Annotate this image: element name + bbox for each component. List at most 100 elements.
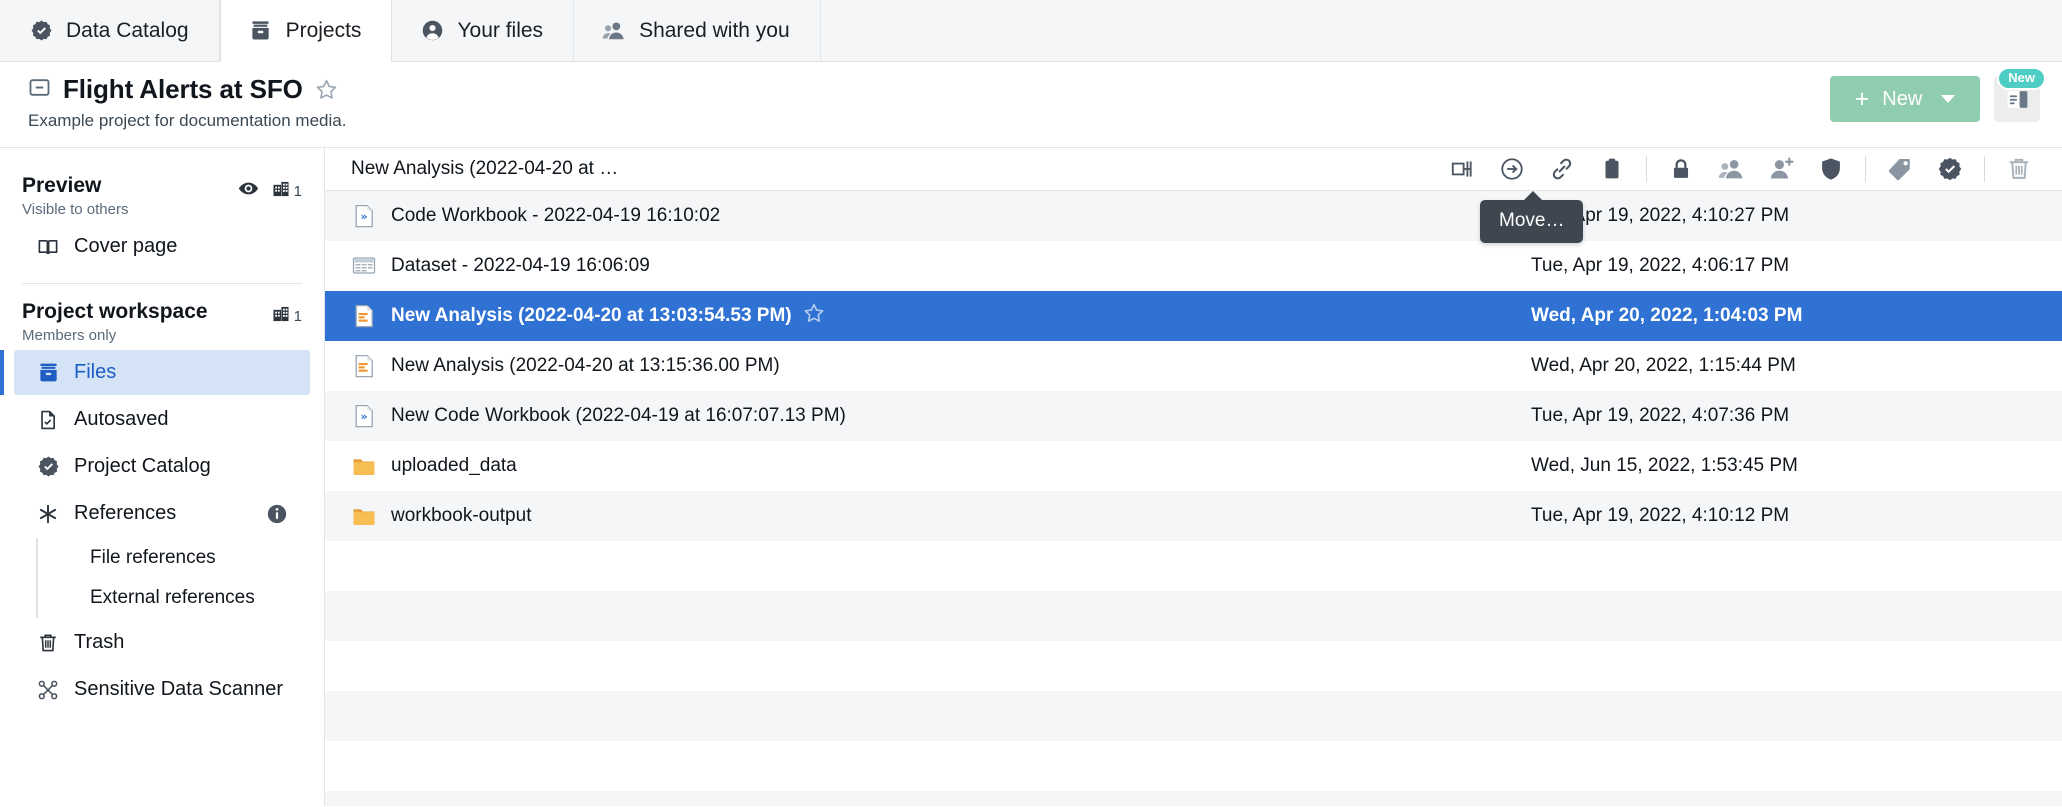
tab-shared-with-you[interactable]: Shared with you (574, 0, 821, 61)
analysis-icon (351, 354, 377, 378)
code-workbook-icon: » (351, 204, 377, 228)
toolbar-separator (1646, 156, 1647, 182)
preview-count: 1 (293, 182, 302, 200)
preview-meta: 1 (238, 174, 302, 204)
new-button[interactable]: + New (1830, 76, 1980, 122)
users-icon (602, 19, 626, 43)
sidebar-item-external-references[interactable]: External references (36, 578, 324, 618)
file-date: Wed, Jun 15, 2022, 1:53:45 PM (1531, 455, 1798, 476)
sidebar-item-file-references[interactable]: File references (36, 538, 324, 578)
move-icon[interactable] (1487, 148, 1537, 190)
clipboard-icon[interactable] (1587, 148, 1637, 190)
move-tooltip: Move… (1480, 191, 1584, 243)
table-row[interactable]: New Analysis (2022-04-20 at 13:03:54.53 … (325, 291, 2062, 341)
workspace-subtitle: Members only (22, 327, 117, 344)
main-content: New Analysis (2022-04-20 at … Move… » Co… (325, 148, 2062, 806)
sidebar-item-references[interactable]: References (14, 491, 310, 536)
users-icon[interactable] (1706, 148, 1756, 190)
sidebar-item-files[interactable]: Files (0, 350, 310, 395)
check-badge-icon[interactable] (1925, 148, 1975, 190)
toolbar-separator (1984, 156, 1985, 182)
shield-icon[interactable] (1806, 148, 1856, 190)
file-actions-toolbar (1437, 148, 2062, 190)
scanner-icon (36, 679, 60, 701)
plus-icon: + (1854, 84, 1870, 113)
code-workbook-icon: » (351, 404, 377, 428)
preview-title: Preview (22, 174, 102, 197)
tab-label: Projects (285, 18, 362, 42)
star-outline-icon[interactable] (315, 78, 338, 101)
add-user-icon[interactable] (1756, 148, 1806, 190)
star-outline-icon[interactable] (803, 302, 825, 330)
organization-icon (271, 179, 291, 204)
file-date: Wed, Apr 20, 2022, 1:04:03 PM (1531, 305, 1803, 326)
sidebar-item-sensitive-data-scanner[interactable]: Sensitive Data Scanner (14, 667, 310, 712)
user-circle-icon (420, 19, 444, 43)
sidebar-item-label: Trash (74, 631, 125, 653)
file-name-text: New Analysis (2022-04-20 at 13:03:54.53 … (391, 305, 792, 326)
folder-icon (351, 455, 377, 477)
tag-icon[interactable] (1875, 148, 1925, 190)
trash-icon (36, 632, 60, 654)
file-date: Wed, Apr 20, 2022, 1:15:44 PM (1531, 355, 1796, 376)
page-title: Flight Alerts at SFO (63, 74, 303, 104)
preview-titles: Preview Visible to others (22, 174, 128, 218)
table-row[interactable]: » Code Workbook - 2022-04-19 16:10:02 Tu… (325, 191, 2062, 241)
sidebar-item-label: References (74, 502, 177, 524)
preview-org-count: 1 (271, 179, 302, 204)
folder-icon (351, 505, 377, 527)
check-badge-icon (29, 19, 53, 43)
file-name: Code Workbook - 2022-04-19 16:10:02 (391, 205, 721, 226)
trash-icon[interactable] (1994, 148, 2044, 190)
sidebar-item-project-catalog[interactable]: Project Catalog (14, 444, 310, 489)
sidebar-item-autosaved[interactable]: Autosaved (14, 397, 310, 442)
sidebar-item-label: Project Catalog (74, 455, 211, 477)
sidebar-section-preview: Preview Visible to others 1 (0, 164, 324, 222)
panel-layout-icon (2007, 90, 2027, 108)
tab-projects[interactable]: Projects (219, 0, 393, 62)
eye-icon[interactable] (238, 178, 259, 204)
info-icon[interactable] (266, 503, 288, 525)
breadcrumb[interactable]: New Analysis (2022-04-20 at … (351, 158, 618, 180)
tab-label: Data Catalog (66, 18, 189, 42)
link-icon[interactable] (1537, 148, 1587, 190)
sidebar: Preview Visible to others 1 Cover page P… (0, 148, 325, 806)
sidebar-section-workspace: Project workspace Members only 1 (0, 290, 324, 348)
sidebar-item-label: Files (74, 361, 117, 383)
sidebar-item-trash[interactable]: Trash (14, 620, 310, 665)
table-row[interactable]: » New Code Workbook (2022-04-19 at 16:07… (325, 391, 2062, 441)
side-panel-toggle-button[interactable]: New (1994, 67, 2046, 122)
page-body: Preview Visible to others 1 Cover page P… (0, 148, 2062, 806)
document-check-icon (36, 409, 60, 431)
sidebar-divider (22, 283, 302, 284)
empty-row (325, 591, 2062, 641)
workspace-org-count: 1 (271, 304, 302, 329)
project-header: Flight Alerts at SFO Example project for… (0, 62, 2062, 148)
file-name: New Analysis (2022-04-20 at 13:15:36.00 … (391, 355, 780, 376)
project-header-actions: + New New (1830, 67, 2046, 122)
file-list: » Code Workbook - 2022-04-19 16:10:02 Tu… (325, 191, 2062, 806)
workspace-count: 1 (293, 308, 302, 325)
toolbar-separator (1865, 156, 1866, 182)
project-title-row: Flight Alerts at SFO (28, 74, 346, 105)
sidebar-item-cover-page[interactable]: Cover page (14, 224, 310, 269)
rename-icon[interactable] (1437, 148, 1487, 190)
tab-label: Your files (457, 18, 544, 42)
new-button-label: New (1882, 87, 1923, 110)
table-row[interactable]: Dataset - 2022-04-19 16:06:09 Tue, Apr 1… (325, 241, 2062, 291)
book-open-icon (36, 236, 60, 258)
table-row[interactable]: workbook-output Tue, Apr 19, 2022, 4:10:… (325, 491, 2062, 541)
workspace-titles: Project workspace Members only (22, 300, 208, 344)
tab-data-catalog[interactable]: Data Catalog (0, 0, 220, 61)
table-row[interactable]: uploaded_data Wed, Jun 15, 2022, 1:53:45… (325, 441, 2062, 491)
empty-row (325, 741, 2062, 791)
preview-subtitle: Visible to others (22, 201, 129, 218)
file-name: workbook-output (391, 505, 532, 526)
table-row[interactable]: New Analysis (2022-04-20 at 13:15:36.00 … (325, 341, 2062, 391)
lock-icon[interactable] (1656, 148, 1706, 190)
organization-icon (271, 304, 291, 329)
file-name: New Analysis (2022-04-20 at 13:03:54.53 … (391, 302, 825, 330)
tab-your-files[interactable]: Your files (392, 0, 575, 61)
check-badge-icon (36, 455, 60, 478)
file-date: Tue, Apr 19, 2022, 4:10:12 PM (1531, 505, 1790, 526)
